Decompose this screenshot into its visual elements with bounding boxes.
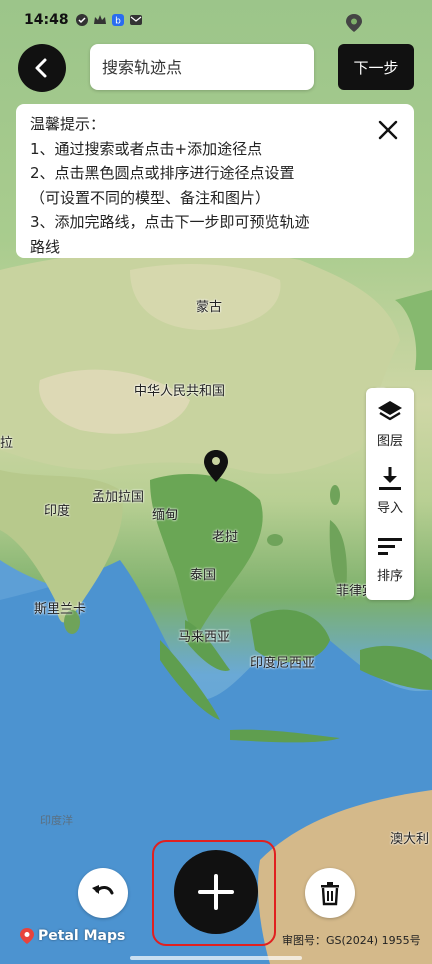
check-circle-icon: [75, 13, 89, 27]
tip-line: （可设置不同的模型、备注和图片）: [30, 188, 271, 207]
map-label-sri-lanka: 斯里兰卡: [34, 602, 87, 617]
tip-line: 3、添加完路线，点击下一步即可预览轨迹: [30, 213, 310, 231]
undo-button[interactable]: [78, 868, 128, 918]
map-label-australia: 澳大利: [390, 832, 430, 847]
tip-title: 温馨提示：: [30, 115, 106, 133]
search-input[interactable]: [102, 57, 302, 77]
status-bar: 14:48 b: [0, 0, 432, 40]
app-notification-icon: b: [111, 13, 125, 27]
tip-line: 路线: [30, 237, 61, 256]
import-label: 导入: [376, 501, 403, 517]
sort-label: 排序: [376, 568, 403, 584]
crown-icon: [93, 13, 107, 27]
search-box[interactable]: [90, 44, 314, 90]
location-indicator-icon: [346, 14, 362, 32]
map-label-india: 印度: [44, 504, 71, 519]
plus-icon: [198, 874, 234, 910]
map-label-partial-left: 拉: [0, 436, 14, 451]
map-tools-panel: 图层 导入 排序: [366, 388, 414, 600]
map-label-laos: 老挝: [212, 530, 239, 545]
svg-text:b: b: [115, 17, 121, 27]
add-waypoint-button[interactable]: [174, 850, 258, 934]
sort-icon: [378, 537, 402, 555]
tip-card: 温馨提示： 1、通过搜索或者点击+添加途径点 2、点击黑色圆点或排序进行途径点设…: [16, 104, 414, 258]
map-label-china: 中华人民共和国: [134, 384, 226, 399]
petal-maps-logo-icon: [20, 928, 34, 944]
download-icon: [379, 467, 401, 491]
brand-name: Petal Maps: [38, 928, 126, 944]
map-label-myanmar: 缅甸: [152, 508, 179, 523]
status-time: 14:48: [24, 12, 69, 28]
trash-icon: [321, 882, 339, 906]
tip-line: 2、点击黑色圆点或排序进行途径点设置: [30, 164, 295, 182]
sort-button[interactable]: 排序: [376, 533, 404, 600]
map-label-bangladesh: 孟加拉国: [92, 490, 145, 505]
tip-line: 1、通过搜索或者点击+添加途径点: [30, 139, 263, 158]
map-pin-icon[interactable]: [204, 450, 228, 482]
delete-button[interactable]: [305, 868, 355, 918]
map-approval-number: 审图号：GS(2024) 1955号: [282, 934, 421, 947]
map-label-thailand: 泰国: [190, 568, 217, 583]
map-label-malaysia: 马来西亚: [178, 630, 231, 645]
undo-icon: [92, 885, 114, 895]
back-button[interactable]: [18, 44, 66, 92]
close-icon[interactable]: [376, 118, 400, 142]
import-button[interactable]: 导入: [376, 465, 404, 532]
home-indicator[interactable]: [130, 956, 302, 960]
map-label-indonesia: 印度尼西亚: [250, 656, 316, 671]
chevron-left-icon: [35, 58, 47, 78]
map-label-mongolia: 蒙古: [196, 300, 223, 315]
brand-logo: Petal Maps: [20, 928, 125, 944]
layers-icon: [378, 401, 402, 421]
map-label-indian-ocean: 印度洋: [40, 814, 73, 827]
layers-label: 图层: [376, 434, 403, 449]
layers-button[interactable]: 图层: [376, 398, 404, 465]
next-step-button[interactable]: 下一步: [338, 44, 414, 90]
mail-icon: [129, 13, 143, 27]
